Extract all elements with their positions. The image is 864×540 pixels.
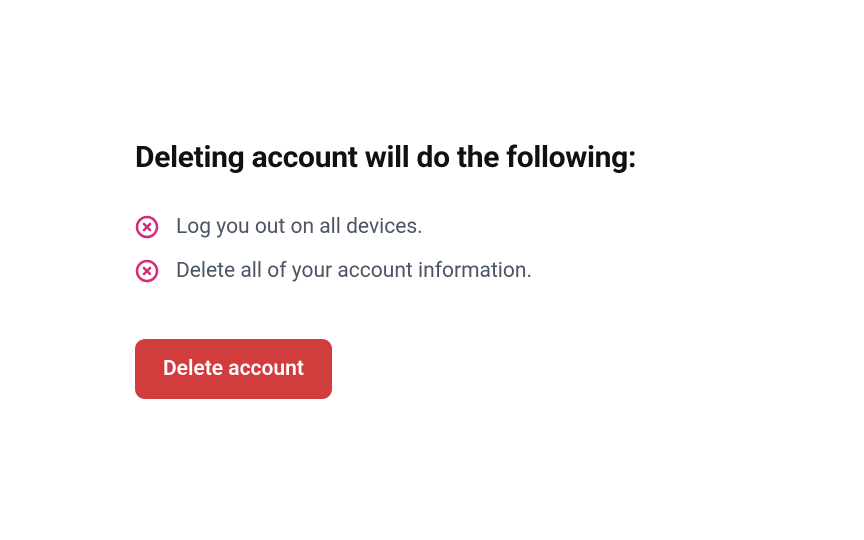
list-item: Delete all of your account information. [135,259,864,283]
delete-account-heading: Deleting account will do the following: [135,140,864,175]
consequence-text: Log you out on all devices. [176,215,423,239]
consequences-list: Log you out on all devices. Delete all o… [135,215,864,283]
delete-account-button[interactable]: Delete account [135,339,332,399]
consequence-text: Delete all of your account information. [176,259,532,283]
x-circle-icon [135,259,159,283]
x-circle-icon [135,215,159,239]
list-item: Log you out on all devices. [135,215,864,239]
